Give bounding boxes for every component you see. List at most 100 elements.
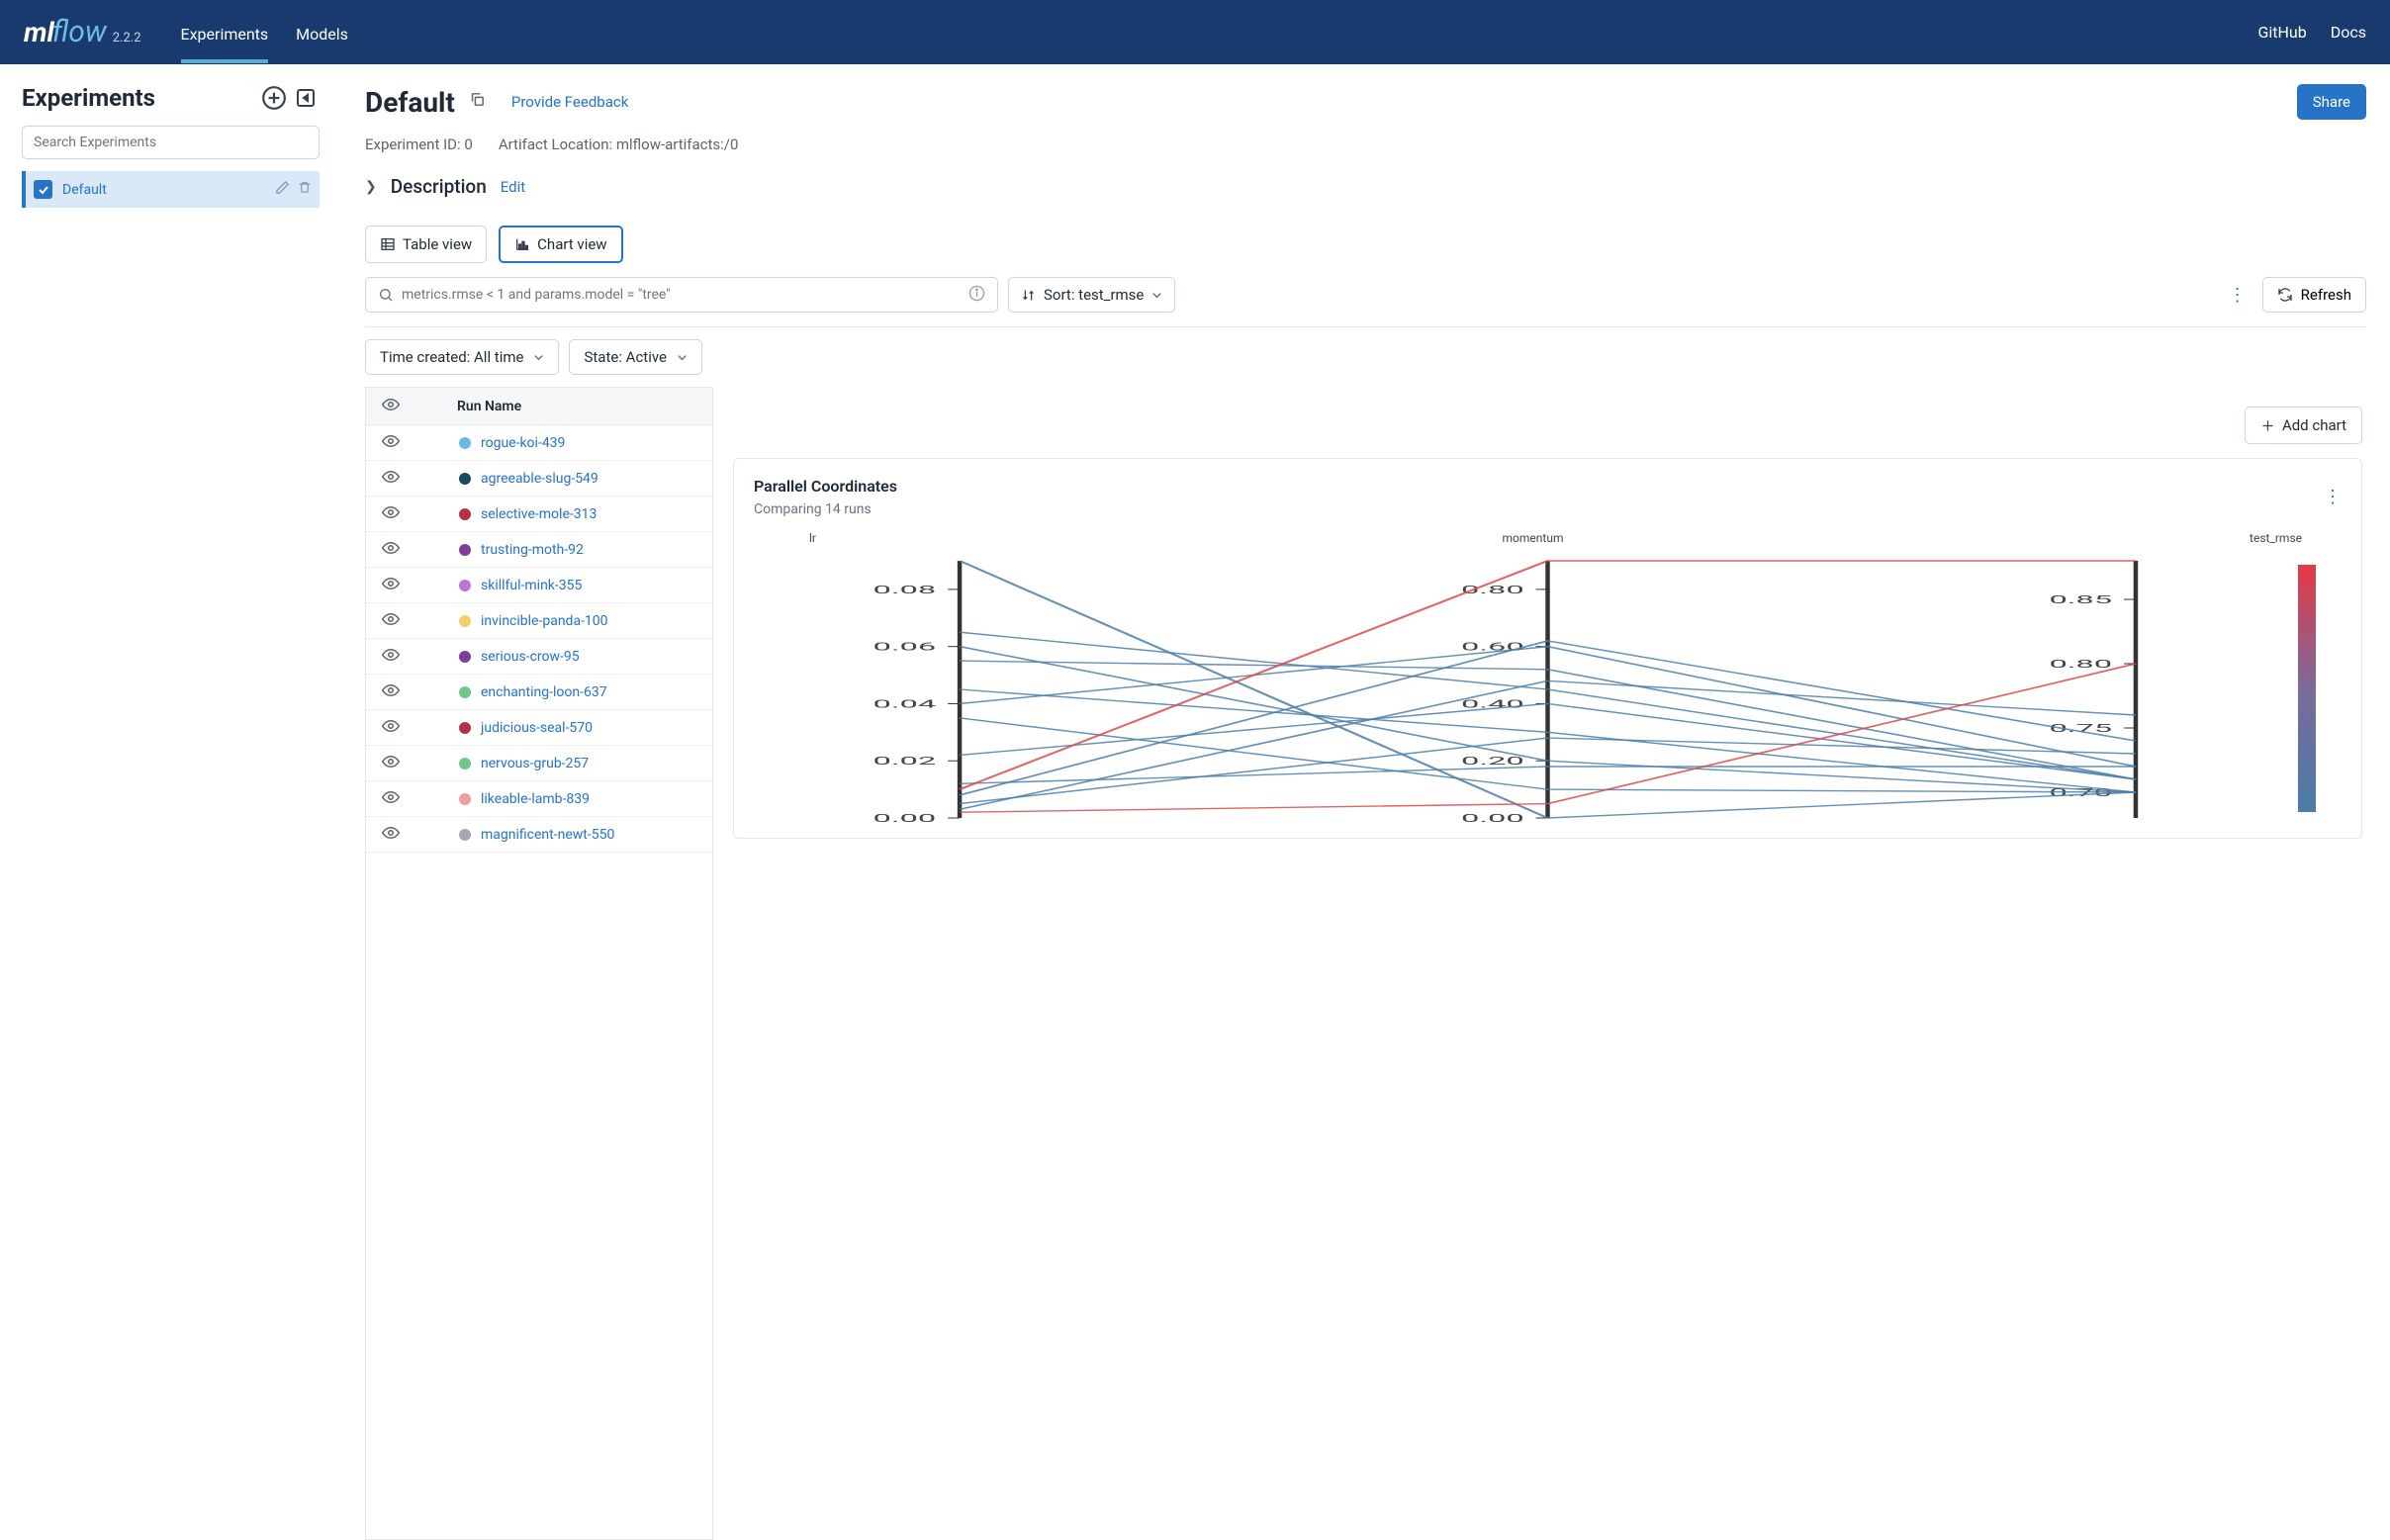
run-name-link[interactable]: invincible-panda-100 (481, 613, 608, 629)
visibility-toggle-icon[interactable] (382, 610, 400, 632)
logo-flow: flow (52, 15, 107, 49)
more-actions-icon[interactable]: ⋮ (2223, 279, 2252, 312)
svg-text:0.80: 0.80 (2049, 658, 2112, 671)
run-name-link[interactable]: magnificent-newt-550 (481, 827, 614, 843)
visibility-toggle-icon[interactable] (382, 539, 400, 561)
run-row[interactable]: invincible-panda-100 (366, 603, 712, 639)
collapse-sidebar-icon[interactable] (292, 84, 320, 112)
experiment-id: Experiment ID: 0 (365, 136, 473, 153)
run-row[interactable]: skillful-mink-355 (366, 568, 712, 603)
run-name-link[interactable]: enchanting-loon-637 (481, 684, 607, 700)
description-label: Description (391, 175, 487, 198)
axis-label-test-rmse: test_rmse (2250, 531, 2302, 545)
info-icon[interactable] (968, 285, 985, 306)
chart-subtitle: Comparing 14 runs (754, 501, 897, 517)
edit-description-link[interactable]: Edit (501, 178, 525, 196)
add-chart-button[interactable]: Add chart (2245, 407, 2362, 444)
run-name-link[interactable]: likeable-lamb-839 (481, 791, 590, 807)
nav-github[interactable]: GitHub (2257, 23, 2306, 42)
run-color-dot (459, 722, 471, 734)
visibility-toggle-icon[interactable] (382, 717, 400, 739)
search-runs-wrap[interactable] (365, 277, 998, 313)
run-row[interactable]: nervous-grub-257 (366, 746, 712, 781)
run-row[interactable]: judicious-seal-570 (366, 710, 712, 746)
run-color-dot (459, 580, 471, 591)
copy-icon[interactable] (469, 91, 486, 113)
run-color-dot (459, 544, 471, 556)
visibility-toggle-icon[interactable] (382, 575, 400, 596)
parallel-coordinates-card: Parallel Coordinates Comparing 14 runs ⋮… (733, 458, 2362, 839)
share-button[interactable]: Share (2297, 84, 2366, 120)
delete-experiment-icon[interactable] (298, 180, 312, 199)
provide-feedback-link[interactable]: Provide Feedback (511, 93, 628, 111)
edit-experiment-icon[interactable] (275, 180, 290, 199)
axis-label-momentum: momentum (1503, 531, 1564, 545)
run-name-link[interactable]: rogue-koi-439 (481, 435, 565, 451)
sort-label: Sort: test_rmse (1044, 286, 1144, 304)
run-row[interactable]: serious-crow-95 (366, 639, 712, 675)
nav-experiments[interactable]: Experiments (181, 5, 269, 60)
experiment-row-default[interactable]: Default (22, 171, 320, 208)
run-name-link[interactable]: selective-mole-313 (481, 506, 597, 522)
time-filter-button[interactable]: Time created: All time (365, 339, 559, 375)
nav-docs[interactable]: Docs (2331, 23, 2366, 42)
run-row[interactable]: trusting-moth-92 (366, 532, 712, 568)
visibility-toggle-icon[interactable] (382, 753, 400, 774)
experiment-checkbox[interactable] (34, 180, 52, 199)
chart-panel: Add chart Parallel Coordinates Comparing… (713, 387, 2366, 1540)
table-view-button[interactable]: Table view (365, 226, 487, 263)
run-row[interactable]: selective-mole-313 (366, 497, 712, 532)
nav-models[interactable]: Models (296, 5, 348, 60)
run-name-link[interactable]: skillful-mink-355 (481, 578, 582, 593)
run-name-link[interactable]: trusting-moth-92 (481, 542, 584, 558)
visibility-toggle-icon[interactable] (382, 788, 400, 810)
chart-view-button[interactable]: Chart view (499, 226, 622, 263)
visibility-toggle-icon[interactable] (382, 646, 400, 668)
run-row[interactable]: rogue-koi-439 (366, 425, 712, 461)
refresh-button[interactable]: Refresh (2262, 277, 2366, 313)
top-nav: ml flow 2.2.2 Experiments Models GitHub … (0, 0, 2390, 64)
search-experiments-input[interactable] (22, 126, 320, 159)
run-row[interactable]: enchanting-loon-637 (366, 675, 712, 710)
table-view-label: Table view (403, 235, 472, 253)
logo-version: 2.2.2 (113, 31, 141, 45)
chevron-right-icon[interactable]: ❯ (365, 179, 377, 195)
chevron-down-icon (677, 352, 688, 363)
run-name-link[interactable]: agreeable-slug-549 (481, 471, 598, 487)
run-list[interactable]: Run Name rogue-koi-439agreeable-slug-549… (365, 387, 713, 1540)
run-name-link[interactable]: judicious-seal-570 (481, 720, 593, 736)
run-row[interactable]: magnificent-newt-550 (366, 817, 712, 853)
sort-button[interactable]: Sort: test_rmse (1008, 277, 1175, 313)
nav-right: GitHub Docs (2257, 23, 2366, 42)
svg-text:0.85: 0.85 (2049, 593, 2112, 606)
visibility-toggle-icon[interactable] (382, 681, 400, 703)
run-row[interactable]: likeable-lamb-839 (366, 781, 712, 817)
add-experiment-icon[interactable] (260, 84, 288, 112)
visibility-toggle-icon[interactable] (382, 824, 400, 846)
search-runs-input[interactable] (402, 287, 961, 303)
run-color-dot (459, 508, 471, 520)
visibility-toggle-icon[interactable] (382, 432, 400, 454)
visibility-toggle-icon[interactable] (382, 468, 400, 490)
sidebar: Experiments Default (0, 64, 341, 1540)
artifact-location: Artifact Location: mlflow-artifacts:/0 (499, 136, 739, 153)
state-filter-button[interactable]: State: Active (569, 339, 702, 375)
visibility-header-icon[interactable] (382, 396, 400, 417)
refresh-label: Refresh (2301, 286, 2351, 304)
add-chart-label: Add chart (2282, 416, 2346, 434)
parallel-coordinates-plot[interactable]: lr momentum test_rmse 0.000.020.040.060.… (754, 531, 2342, 828)
sidebar-title: Experiments (22, 84, 155, 112)
svg-text:0.06: 0.06 (873, 640, 937, 653)
svg-text:0.00: 0.00 (873, 812, 937, 825)
experiment-name[interactable]: Default (62, 182, 107, 198)
run-row[interactable]: agreeable-slug-549 (366, 461, 712, 497)
visibility-toggle-icon[interactable] (382, 503, 400, 525)
chevron-down-icon (1151, 290, 1162, 301)
run-name-link[interactable]: serious-crow-95 (481, 649, 580, 665)
run-name-link[interactable]: nervous-grub-257 (481, 756, 589, 771)
run-color-dot (459, 686, 471, 698)
plus-icon (2260, 418, 2275, 433)
svg-text:0.08: 0.08 (873, 584, 937, 596)
chart-menu-icon[interactable]: ⋮ (2324, 487, 2342, 507)
chart-title: Parallel Coordinates (754, 477, 897, 496)
